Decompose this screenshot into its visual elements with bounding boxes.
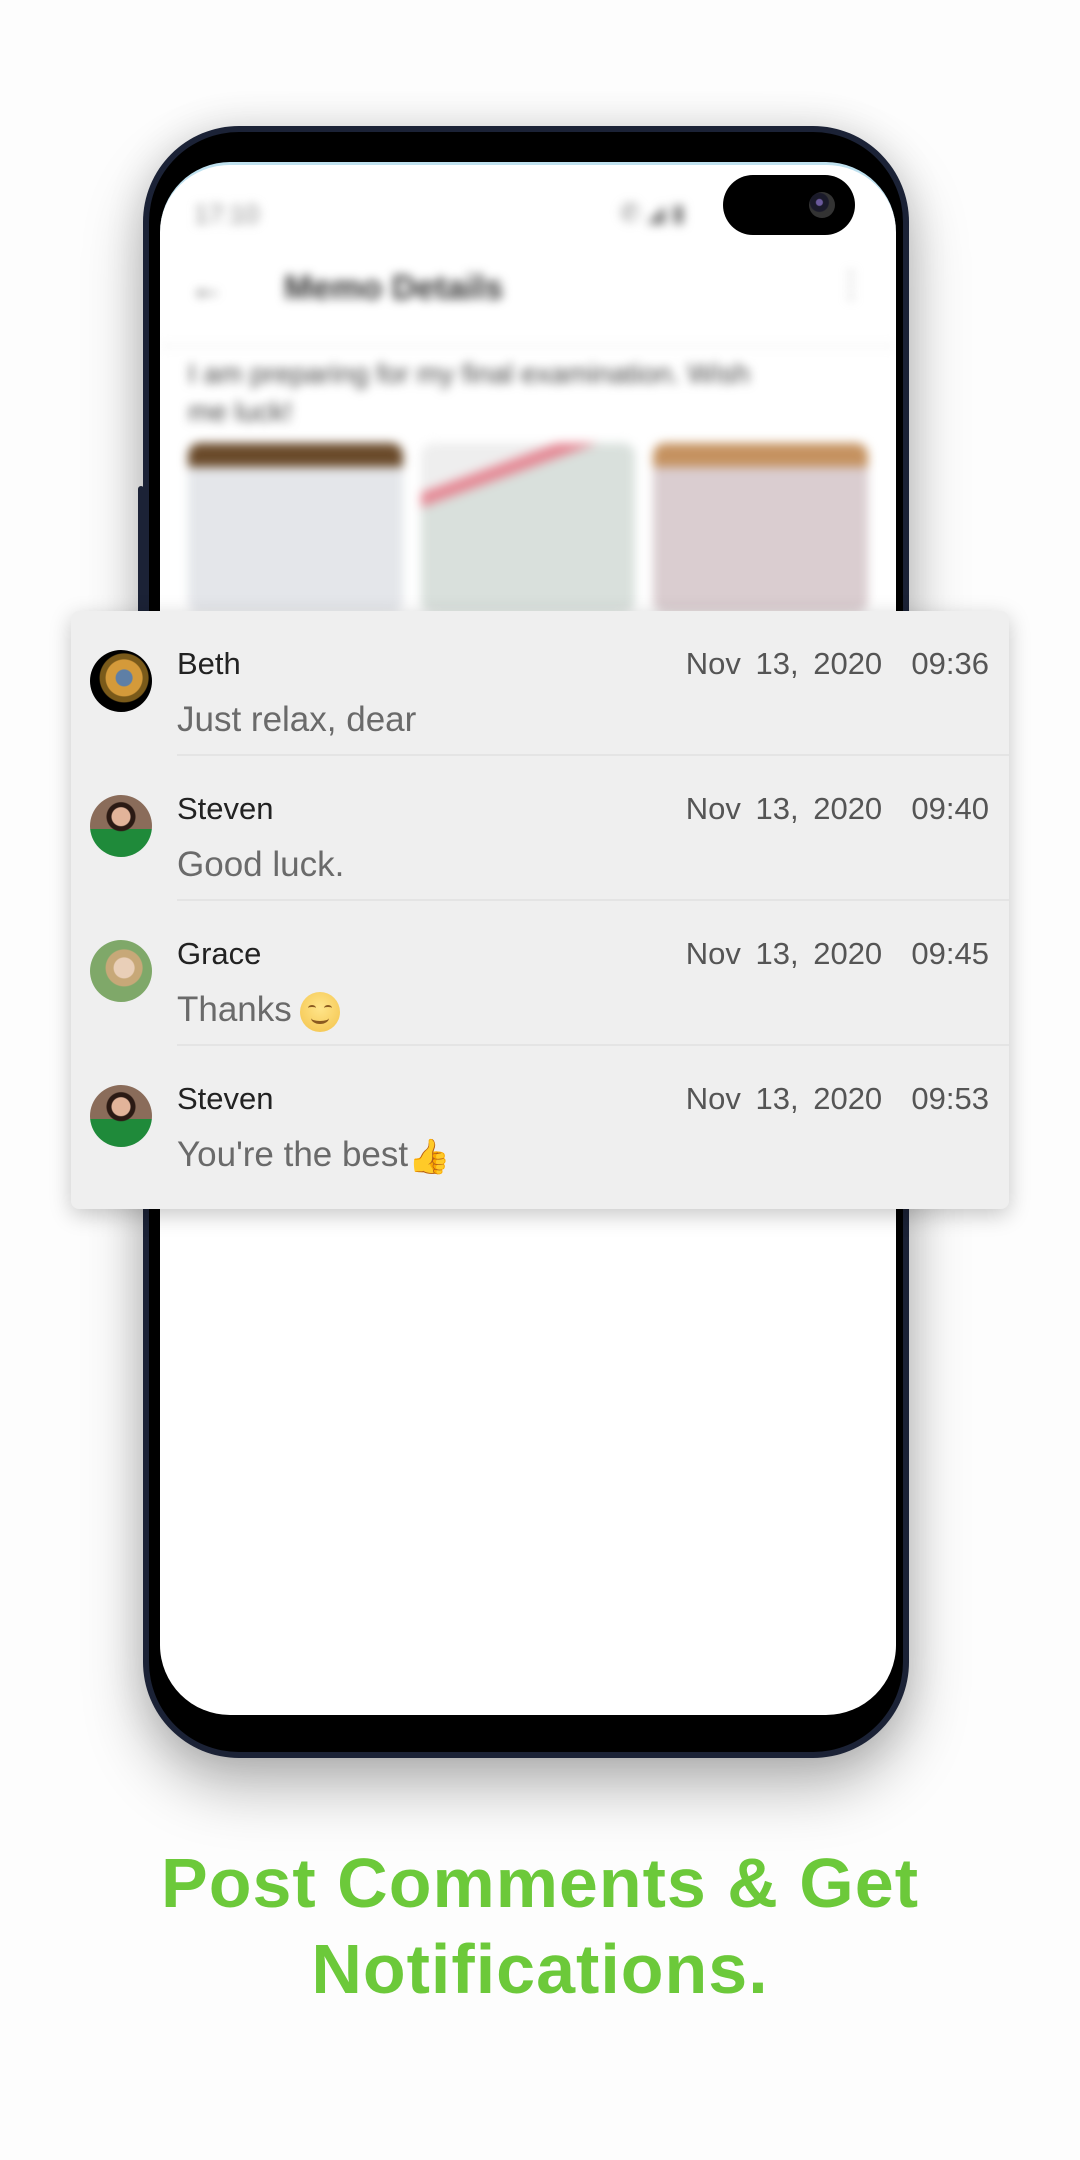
comment-timestamp: Nov 13, 2020 09:45 [686,936,989,972]
memo-image[interactable] [188,443,403,613]
comment-date: Nov 13, 2020 [685,791,883,826]
comment-author: Grace [177,936,262,971]
comment-time: 09:40 [911,791,989,826]
comment-text-wrapper: Thanks [177,990,340,1032]
page-title: Memo Details [284,269,504,307]
comment-text: Just relax, dear [177,700,417,739]
camera-lens-icon [809,192,835,218]
comment-text-wrapper: You're the best👍 [177,1135,450,1177]
avatar [90,940,152,1002]
comment-timestamp: Nov 13, 2020 09:36 [686,646,989,682]
avatar [90,1085,152,1147]
comment-text: You're the best [177,1135,409,1174]
comment-input-bar: COMMENT [160,162,896,165]
comment-author: Steven [177,1081,274,1116]
comment-date: Nov 13, 2020 [685,1081,883,1116]
back-arrow-icon[interactable]: ← [190,269,224,308]
memo-image-gallery [188,443,869,613]
comment-time: 09:36 [911,646,989,681]
status-time: 17:10 [194,199,260,229]
comment-text: Good luck. [177,845,345,884]
comment-date: Nov 13, 2020 [685,646,883,681]
promo-headline: Post Comments & Get Notifications. [0,1840,1080,2012]
memo-image[interactable] [653,443,869,613]
comment-time: 09:45 [911,936,989,971]
thumbs-up-emoji-icon: 👍 [408,1136,451,1177]
comment-timestamp: Nov 13, 2020 09:40 [686,791,989,827]
memo-image[interactable] [420,443,636,613]
avatar [90,795,152,857]
status-icons: ✆ ◢ ▮ [620,200,686,227]
comments-popup: Beth Nov 13, 2020 09:36 Just relax, dear… [71,611,1009,1209]
camera-punch-hole [723,175,855,235]
comment-item[interactable]: Beth Nov 13, 2020 09:36 Just relax, dear [71,611,1009,756]
comment-date: Nov 13, 2020 [685,936,883,971]
more-options-icon[interactable]: ⋮ [834,265,868,305]
comment-item[interactable]: Grace Nov 13, 2020 09:45 Thanks [71,901,1009,1046]
smiling-face-emoji-icon [299,991,340,1032]
headline-line-1: Post Comments & Get [161,1844,919,1922]
comment-item[interactable]: Steven Nov 13, 2020 09:53 You're the bes… [71,1046,1009,1191]
comment-timestamp: Nov 13, 2020 09:53 [686,1081,989,1117]
comment-time: 09:53 [911,1081,989,1116]
headline-line-2: Notifications. [311,1930,769,2008]
comment-text: Thanks [177,990,292,1029]
avatar [90,650,152,712]
comment-item[interactable]: Steven Nov 13, 2020 09:40 Good luck. [71,756,1009,901]
app-bar: ← Memo Details ⋮ [160,235,896,347]
comment-author: Beth [177,646,241,681]
comment-author: Steven [177,791,274,826]
memo-text: I am preparing for my final examination.… [188,358,750,427]
